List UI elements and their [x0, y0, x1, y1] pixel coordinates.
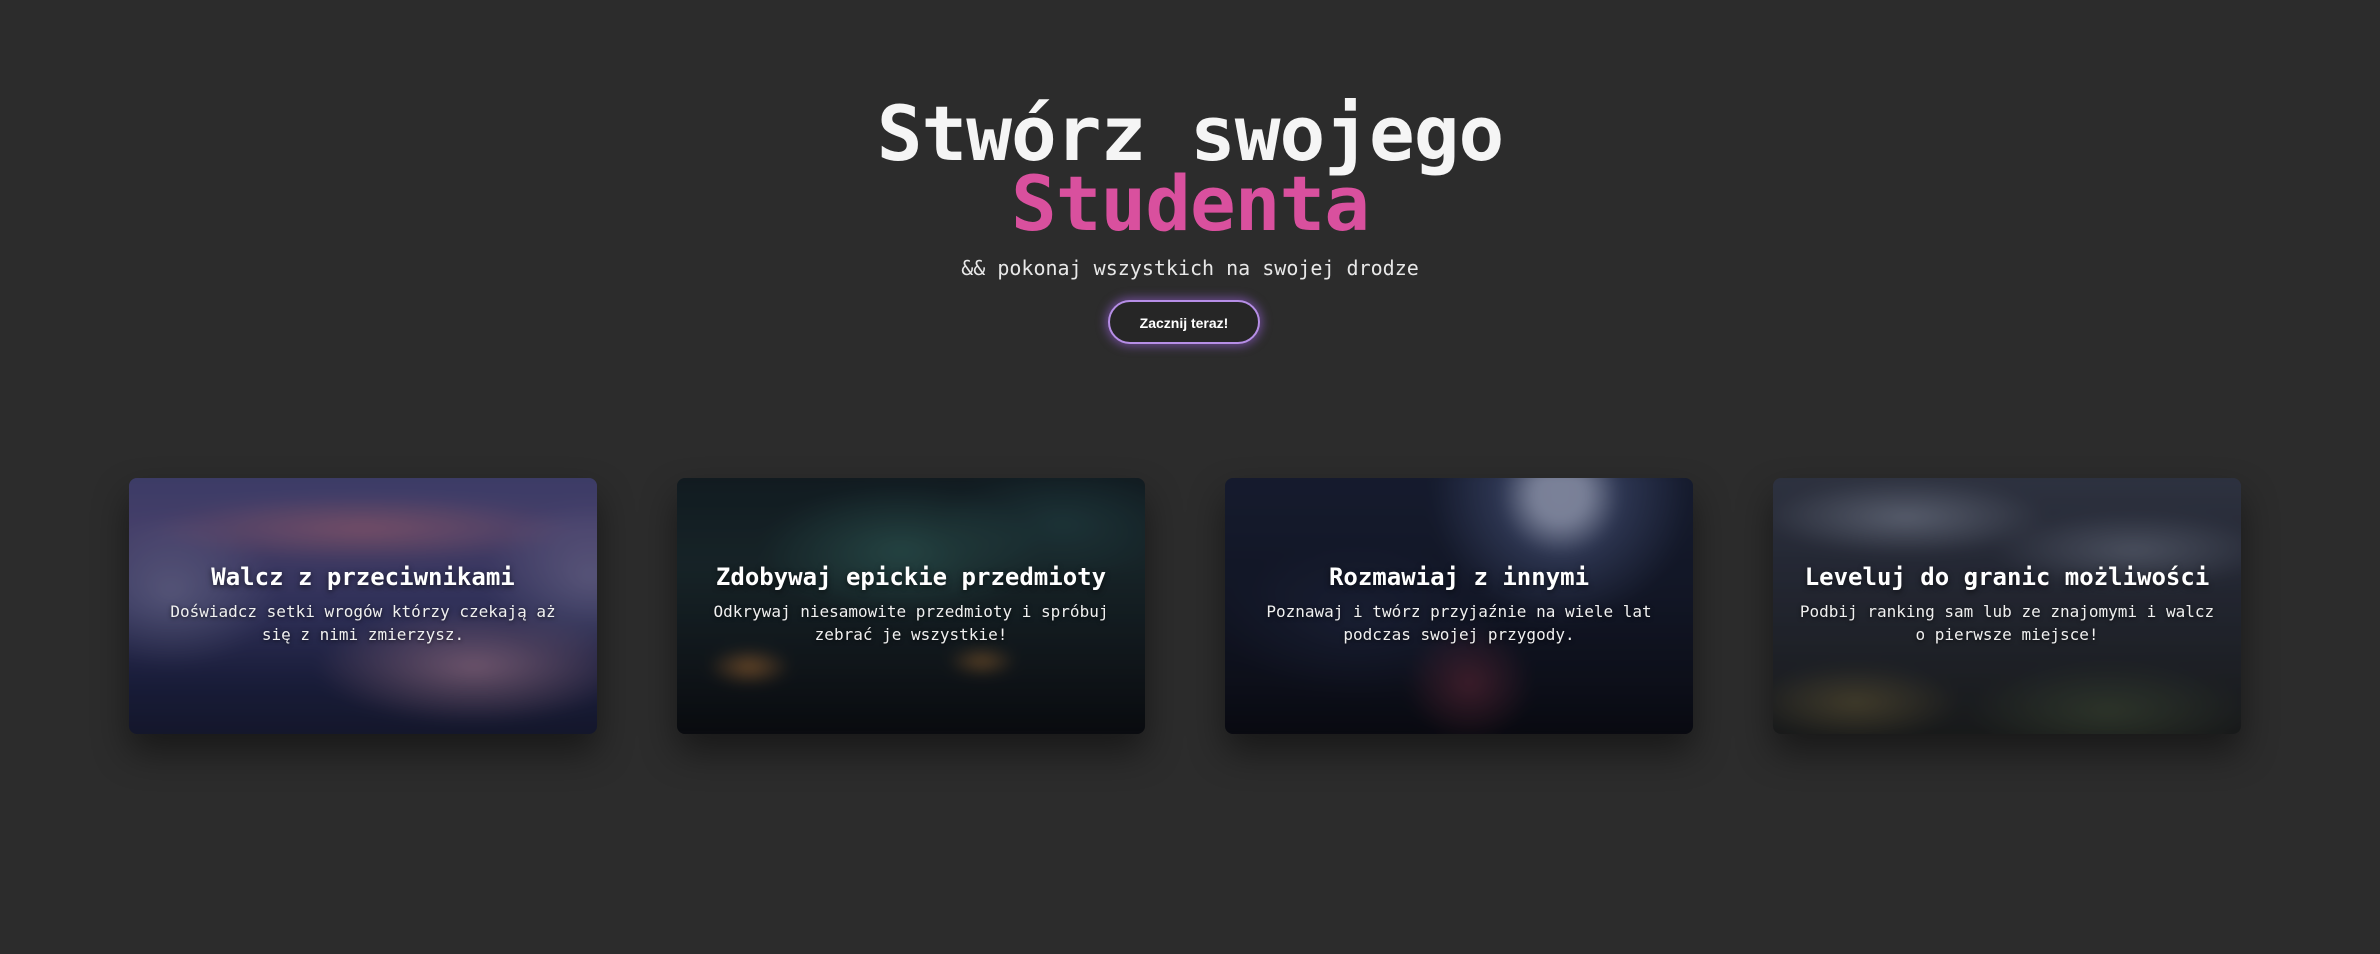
feature-card-title: Rozmawiaj z innymi [1328, 563, 1590, 591]
feature-card-title: Zdobywaj epickie przedmioty [715, 563, 1107, 591]
feature-card-description: Doświadcz setki wrogów którzy czekają aż… [170, 602, 556, 644]
feature-card-title: Walcz z przeciwnikami [211, 563, 515, 591]
feature-card-fight[interactable]: Walcz z przeciwnikami Doświadcz setki wr… [129, 478, 597, 734]
feature-card-items[interactable]: Zdobywaj epickie przedmioty Odkrywaj nie… [677, 478, 1145, 734]
start-now-button[interactable]: Zacznij teraz! [1108, 300, 1260, 344]
feature-card-description: Podbij ranking sam lub ze znajomymi i wa… [1799, 602, 2215, 644]
feature-card-description: Poznawaj i twórz przyjaźnie na wiele lat… [1266, 602, 1652, 644]
feature-card-title: Leveluj do granic możliwości [1804, 563, 2210, 591]
feature-card-chat[interactable]: Rozmawiaj z innymi Poznawaj i twórz przy… [1225, 478, 1693, 734]
feature-card-description: Odkrywaj niesamowite przedmioty i spróbu… [713, 602, 1109, 644]
hero-title-highlight: Studenta [1010, 159, 1370, 248]
hero-subtitle: && pokonaj wszystkich na swojej drodze [961, 256, 1419, 280]
feature-card-leveling[interactable]: Leveluj do granic możliwości Podbij rank… [1773, 478, 2241, 734]
